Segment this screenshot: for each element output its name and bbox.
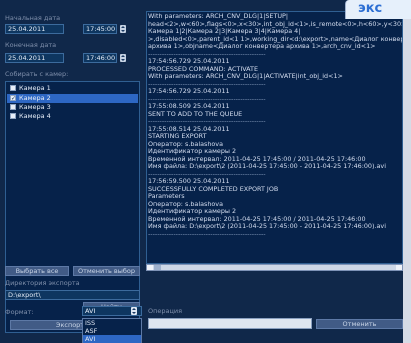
window-title-badge: экс [345, 0, 411, 19]
format-option-asf[interactable]: ASF [83, 327, 141, 335]
end-time-spinner-icon[interactable] [120, 54, 126, 62]
camera-item-label: Камера 4 [19, 112, 51, 120]
start-date-field[interactable]: 25.04.2011 [5, 24, 64, 34]
end-date-label: Конечная дата [5, 41, 57, 49]
camera-item-label: Камера 1 [19, 84, 51, 92]
start-time-spinner-icon[interactable] [120, 25, 126, 33]
start-time-field[interactable]: 17:45:00 [83, 24, 117, 34]
camera-item-4[interactable]: Камера 4 [7, 112, 138, 121]
deselect-all-button[interactable]: Отменить выбор [73, 266, 140, 276]
checkbox-camera-2[interactable]: ✓ [10, 95, 16, 102]
checkbox-camera-1[interactable] [10, 85, 16, 91]
log-line: SUCCESSFULLY COMPLETED EXPORT JOB [148, 184, 279, 193]
select-all-button[interactable]: Выбрать все [5, 266, 69, 276]
operation-progress-bar [148, 318, 312, 329]
log-line: ----------------------------------------… [148, 229, 266, 238]
camera-item-2[interactable]: ✓ Камера 2 [7, 94, 138, 103]
event-log[interactable]: With parameters: ARCH_CNV_DLG|1|SETUP| he… [146, 11, 403, 264]
format-label: Формат: [5, 308, 34, 316]
start-date-label: Начальная дата [5, 14, 61, 22]
format-option-avi[interactable]: AVI [83, 335, 141, 343]
export-directory-label: Директория экспорта [5, 279, 80, 287]
log-horizontal-scrollbar[interactable] [146, 264, 403, 271]
cancel-button[interactable]: Отменить [316, 319, 403, 329]
export-dialog: Начальная дата 25.04.2011 17:45:00 Конеч… [0, 0, 403, 343]
scrollbar-thumb[interactable] [154, 265, 161, 270]
scroll-right-icon[interactable] [396, 265, 402, 270]
format-dropdown-arrow-icon[interactable] [131, 307, 137, 315]
collect-from-cameras-label: Собирать с камер: [5, 70, 69, 78]
checkbox-camera-3[interactable] [10, 104, 16, 110]
end-date-field[interactable]: 25.04.2011 [5, 53, 64, 63]
camera-item-1[interactable]: Камера 1 [7, 84, 138, 93]
checkbox-camera-4[interactable] [10, 113, 16, 119]
camera-item-label: Камера 3 [19, 103, 51, 111]
end-time-field[interactable]: 17:46:00 [83, 53, 117, 63]
operation-label: Операция [148, 307, 183, 315]
export-directory-field[interactable]: D:\export\ [5, 290, 140, 300]
format-option-iss[interactable]: ISS [83, 319, 141, 327]
format-dropdown-list[interactable]: ISS ASF AVI [82, 318, 142, 343]
camera-item-3[interactable]: Камера 3 [7, 103, 138, 112]
camera-item-label: Камера 2 [19, 94, 51, 102]
scroll-left-icon[interactable] [147, 265, 153, 270]
